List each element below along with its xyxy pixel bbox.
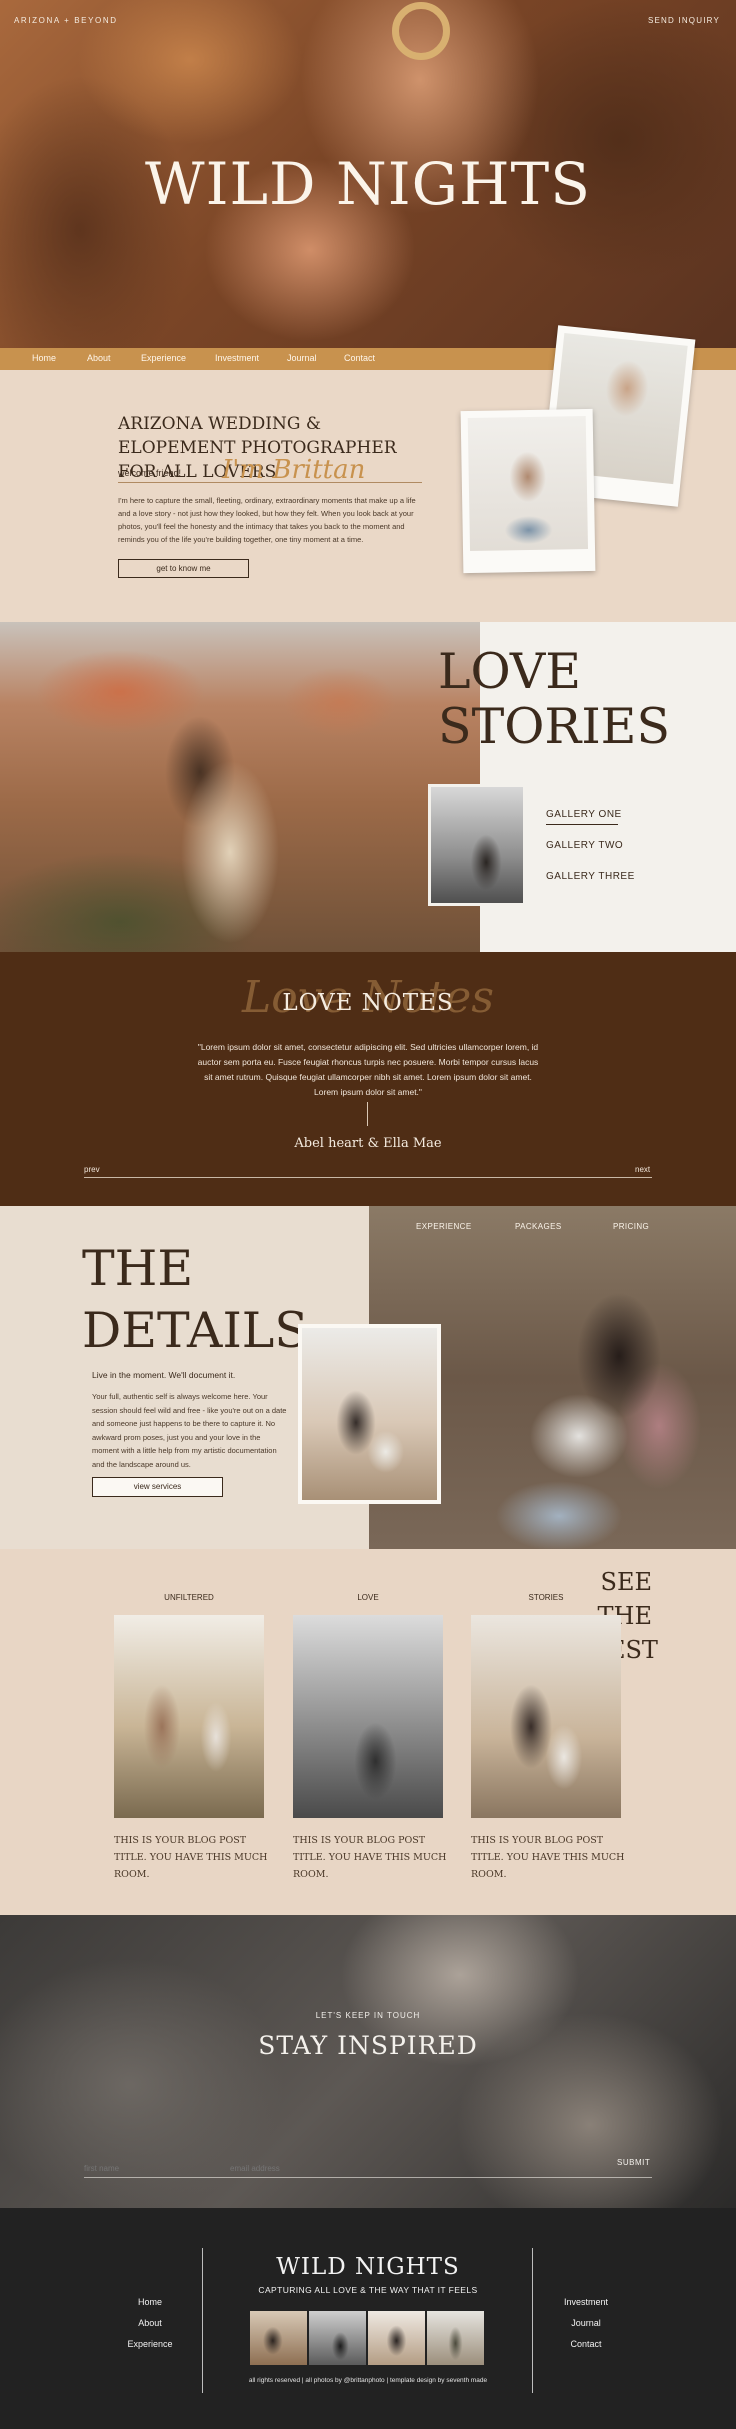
blog-category[interactable]: STORIES xyxy=(471,1593,621,1602)
hero-banner: ARIZONA + BEYOND SEND INQUIRY WILD NIGHT… xyxy=(0,0,736,348)
nav-home[interactable]: Home xyxy=(32,353,56,363)
gallery-underline xyxy=(546,824,618,825)
details-subtitle: Live in the moment. We'll document it. xyxy=(92,1370,236,1380)
signature-script: I'm Brittan xyxy=(222,455,366,485)
blog-post-title[interactable]: THIS IS YOUR BLOG POST TITLE. YOU HAVE T… xyxy=(114,1832,274,1883)
nav-experience[interactable]: Experience xyxy=(141,353,186,363)
intro-welcome: welcome friend! xyxy=(118,468,182,478)
footer-photo[interactable] xyxy=(368,2311,425,2365)
nav-about[interactable]: About xyxy=(87,353,111,363)
details-section: EXPERIENCE PACKAGES PRICING THE DETAILS … xyxy=(0,1206,736,1549)
footer-photo[interactable] xyxy=(309,2311,366,2365)
polaroid-photo-bottom xyxy=(460,408,596,574)
footer-link-contact[interactable]: Contact xyxy=(536,2339,636,2349)
quote-divider xyxy=(367,1102,368,1126)
nav-journal[interactable]: Journal xyxy=(287,353,317,363)
details-nav-pricing[interactable]: PRICING xyxy=(613,1222,649,1231)
blog-section: SEE THE LATEST UNFILTERED THIS IS YOUR B… xyxy=(0,1549,736,1915)
footer-photo[interactable] xyxy=(427,2311,484,2365)
footer-link-journal[interactable]: Journal xyxy=(536,2318,636,2328)
nav-investment[interactable]: Investment xyxy=(215,353,259,363)
footer-link-about[interactable]: About xyxy=(100,2318,200,2328)
blog-post-title[interactable]: THIS IS YOUR BLOG POST TITLE. YOU HAVE T… xyxy=(293,1832,453,1883)
testimonials-section: Love Notes LOVE NOTES "Lorem ipsum dolor… xyxy=(0,952,736,1206)
testimonial-author: Abel heart & Ella Mae xyxy=(294,1136,442,1151)
newsletter-kicker: LET'S KEEP IN TOUCH xyxy=(315,2011,421,2020)
gallery-two-link[interactable]: GALLERY TWO xyxy=(546,840,623,851)
newsletter-underline xyxy=(84,2177,652,2178)
email-field[interactable] xyxy=(230,2160,370,2176)
nav-contact[interactable]: Contact xyxy=(344,353,375,363)
gallery-three-link[interactable]: GALLERY THREE xyxy=(546,871,635,882)
blog-post-image[interactable] xyxy=(471,1615,621,1818)
blog-post-title[interactable]: THIS IS YOUR BLOG POST TITLE. YOU HAVE T… xyxy=(471,1832,631,1883)
details-nav-experience[interactable]: EXPERIENCE xyxy=(416,1222,472,1231)
title-line: STORIES xyxy=(438,698,671,755)
newsletter-section: LET'S KEEP IN TOUCH STAY INSPIRED SUBMIT xyxy=(0,1915,736,2208)
details-title: THE DETAILS xyxy=(82,1238,308,1362)
submit-button[interactable]: SUBMIT xyxy=(617,2158,650,2167)
footer-photo[interactable] xyxy=(250,2311,307,2365)
send-inquiry-link[interactable]: SEND INQUIRY xyxy=(648,16,720,25)
portrait-image xyxy=(467,415,589,552)
view-services-button[interactable]: view services xyxy=(92,1477,223,1497)
next-button[interactable]: next xyxy=(635,1165,650,1174)
newsletter-title: STAY INSPIRED xyxy=(258,2031,478,2060)
details-body: Your full, authentic self is always welc… xyxy=(92,1392,287,1469)
framed-couple-photo xyxy=(298,1324,441,1504)
canyon-couple-photo xyxy=(0,622,480,952)
brand-label[interactable]: ARIZONA + BEYOND xyxy=(14,16,118,25)
title-line: DETAILS xyxy=(82,1302,308,1359)
footer-link-home[interactable]: Home xyxy=(100,2297,200,2307)
blog-category[interactable]: UNFILTERED xyxy=(114,1593,264,1602)
get-to-know-me-button[interactable]: get to know me xyxy=(118,559,249,578)
gallery-one-link[interactable]: GALLERY ONE xyxy=(546,809,622,820)
love-notes-title: LOVE NOTES xyxy=(282,990,454,1016)
title-line: THE xyxy=(82,1240,194,1297)
earring-detail xyxy=(392,2,450,60)
footer-link-experience[interactable]: Experience xyxy=(100,2339,200,2349)
footer-tagline: CAPTURING ALL LOVE & THE WAY THAT IT FEE… xyxy=(258,2285,478,2295)
footer: Home About Experience WILD NIGHTS CAPTUR… xyxy=(0,2208,736,2429)
love-stories-section: LOVE STORIES GALLERY ONE GALLERY TWO GAL… xyxy=(0,622,736,952)
love-stories-title: LOVE STORIES xyxy=(438,644,670,754)
blog-category[interactable]: LOVE xyxy=(293,1593,443,1602)
intro-divider xyxy=(118,482,422,483)
testimonial-quote: "Lorem ipsum dolor sit amet, consectetur… xyxy=(197,1042,539,1097)
carousel-line xyxy=(84,1177,652,1178)
title-line: LOVE xyxy=(438,643,582,700)
gallery-thumbnail[interactable] xyxy=(428,784,526,906)
hero-title: WILD NIGHTS xyxy=(145,150,591,218)
intro-body: I'm here to capture the small, fleeting,… xyxy=(118,496,416,544)
first-name-field[interactable] xyxy=(84,2160,204,2176)
blog-post-image[interactable] xyxy=(293,1615,443,1818)
prev-button[interactable]: prev xyxy=(84,1165,100,1174)
details-nav-packages[interactable]: PACKAGES xyxy=(515,1222,562,1231)
footer-title: WILD NIGHTS xyxy=(276,2254,460,2280)
footer-copyright: all rights reserved | all photos by @bri… xyxy=(248,2377,488,2384)
blog-post-image[interactable] xyxy=(114,1615,264,1818)
footer-link-investment[interactable]: Investment xyxy=(536,2297,636,2307)
